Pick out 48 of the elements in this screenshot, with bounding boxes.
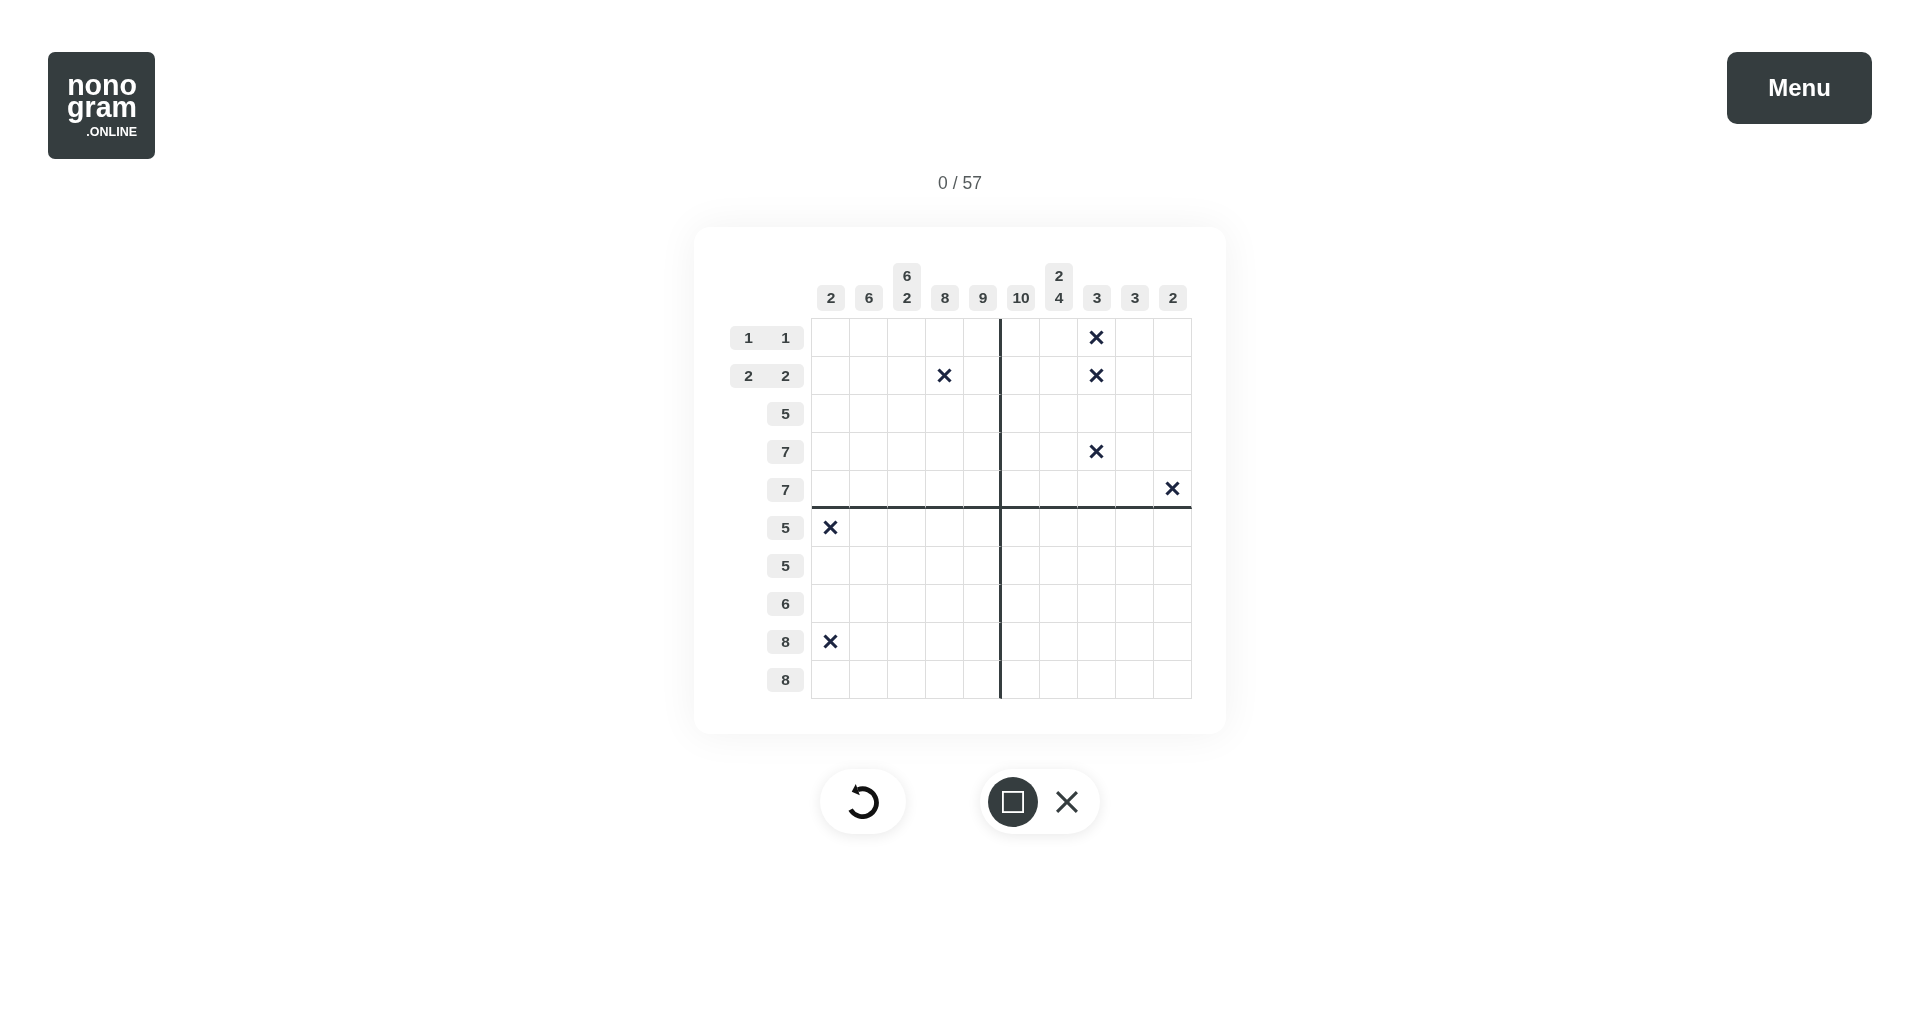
grid-cell[interactable]	[964, 357, 1002, 395]
clue-number: 2	[743, 366, 754, 386]
square-icon	[1002, 790, 1024, 813]
cross-icon	[1089, 330, 1104, 345]
cross-icon	[823, 520, 838, 535]
cross-icon	[937, 368, 952, 383]
clue-number: 1	[743, 328, 754, 348]
grid-cell[interactable]	[964, 623, 1002, 661]
cross-icon	[823, 634, 838, 649]
clue-number: 9	[978, 288, 988, 308]
cross-icon	[1165, 481, 1180, 496]
clue-number: 4	[1054, 288, 1064, 308]
clue-number: 7	[780, 480, 791, 500]
clue-number: 3	[1092, 288, 1102, 308]
clue-number: 8	[780, 632, 791, 652]
grid-cell[interactable]	[964, 509, 1002, 547]
clue-number: 2	[826, 288, 836, 308]
grid-cell[interactable]	[964, 471, 1002, 509]
clue-number: 2	[1054, 266, 1064, 286]
grid-cell[interactable]	[964, 547, 1002, 585]
undo-icon	[847, 784, 879, 819]
progress-counter: 0 / 57	[938, 172, 982, 194]
cross-icon	[1056, 790, 1078, 813]
clue-number: 8	[780, 670, 791, 690]
clue-number: 5	[780, 518, 791, 538]
clue-number: 7	[780, 442, 791, 462]
grid-cell[interactable]	[964, 585, 1002, 623]
clue-number: 2	[1168, 288, 1178, 308]
clue-number: 1	[780, 328, 791, 348]
clue-number: 3	[1130, 288, 1140, 308]
clue-number: 5	[780, 556, 791, 576]
clue-number: 6	[864, 288, 874, 308]
grid-cell[interactable]	[964, 319, 1002, 357]
clue-number: 2	[780, 366, 791, 386]
grid-cell[interactable]	[964, 395, 1002, 433]
mode-button[interactable]	[988, 776, 1038, 827]
logo-link[interactable]: nono gram .ONLINE	[48, 52, 155, 159]
cross-icon	[1089, 444, 1104, 459]
clue-number: 5	[780, 404, 791, 424]
cross-icon	[1089, 368, 1104, 383]
clue-number: 8	[940, 288, 950, 308]
clue-number: 6	[780, 594, 791, 614]
clue-number: 2	[902, 288, 912, 308]
grid-cell[interactable]	[964, 433, 1002, 471]
clue-number: 10	[1012, 288, 1030, 308]
grid-cell[interactable]	[964, 661, 1002, 699]
clue-number: 6	[902, 266, 912, 286]
menu-button[interactable]: Menu	[1727, 52, 1872, 124]
